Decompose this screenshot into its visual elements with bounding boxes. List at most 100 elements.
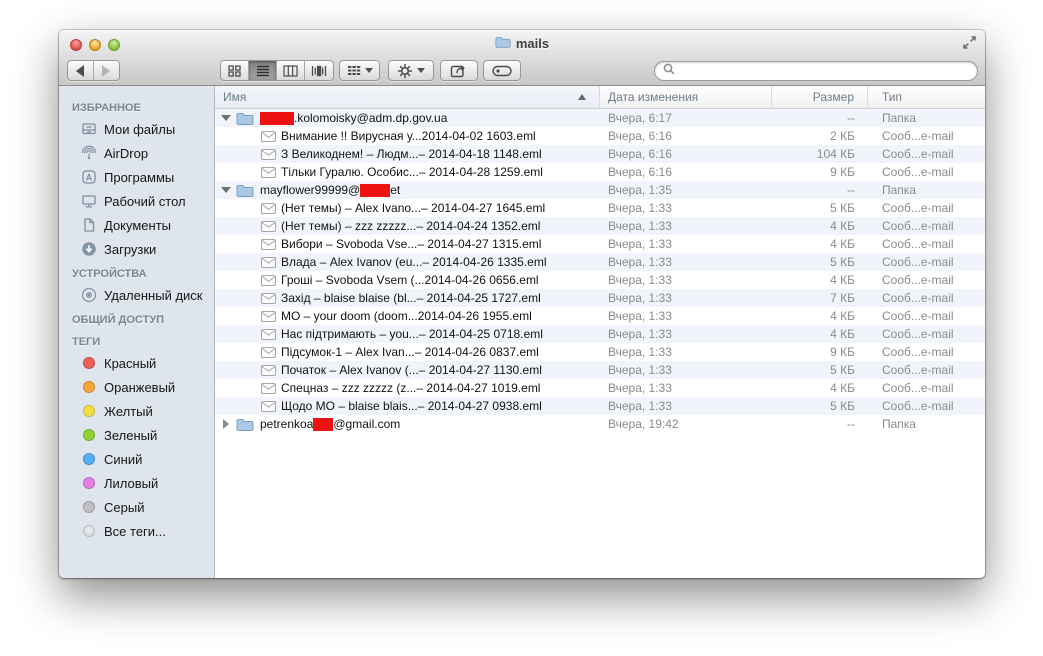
file-name: Початок – Alex Ivanov (...– 2014-04-27 1… <box>281 363 542 377</box>
type-cell: Сооб...e-mail <box>868 345 985 359</box>
sidebar-section-title: ИЗБРАННОЕ <box>59 95 214 117</box>
view-icons-button[interactable] <box>221 61 249 80</box>
sidebar-item-удаленный-диск[interactable]: Удаленный диск <box>59 283 214 307</box>
sidebar-item-label: Красный <box>104 356 156 371</box>
view-coverflow-button[interactable] <box>305 61 333 80</box>
redaction-box <box>260 112 294 125</box>
column-header-type[interactable]: Тип <box>868 86 985 108</box>
tag-dot <box>80 427 97 444</box>
sidebar-item-лиловый[interactable]: Лиловый <box>59 471 214 495</box>
file-name: Щодо МО – blaise blais...– 2014-04-27 09… <box>281 399 542 413</box>
redaction-box <box>360 184 390 197</box>
table-row[interactable]: Тільки Гуралю. Особис...– 2014-04-28 125… <box>215 163 985 181</box>
name-cell: Початок – Alex Ivanov (...– 2014-04-27 1… <box>215 363 600 377</box>
file-name: З Великоднем! – Людм...– 2014-04-18 1148… <box>281 147 542 161</box>
disclosure-triangle-icon[interactable] <box>221 113 231 123</box>
sidebar-item-мои-файлы[interactable]: Мои файлы <box>59 117 214 141</box>
file-name: Нас підтримають – you...– 2014-04-25 071… <box>281 327 543 341</box>
table-row[interactable]: Внимание !! Вирусная у...2014-04-02 1603… <box>215 127 985 145</box>
table-row[interactable]: MO – your doom (doom...2014-04-26 1955.e… <box>215 307 985 325</box>
sidebar-item-красный[interactable]: Красный <box>59 351 214 375</box>
table-row[interactable]: petrenkoa@gmail.com Вчера, 19:42 -- Папк… <box>215 415 985 433</box>
search-field[interactable] <box>654 61 978 81</box>
sidebar-item-желтый[interactable]: Желтый <box>59 399 214 423</box>
table-row[interactable]: Гроші – Svoboda Vsem (...2014-04-26 0656… <box>215 271 985 289</box>
type-cell: Сооб...e-mail <box>868 255 985 269</box>
name-cell: Спецназ – zzz zzzzz (z...– 2014-04-27 10… <box>215 381 600 395</box>
table-row[interactable]: .kolomoisky@adm.dp.gov.ua Вчера, 6:17 --… <box>215 109 985 127</box>
sidebar-section: ТЕГИ Красный Оранжевый Желтый Зеленый Си… <box>59 329 214 543</box>
table-row[interactable]: Початок – Alex Ivanov (...– 2014-04-27 1… <box>215 361 985 379</box>
email-icon <box>261 293 276 304</box>
table-row[interactable]: Вибори – Svoboda Vse...– 2014-04-27 1315… <box>215 235 985 253</box>
table-row[interactable]: Захід – blaise blaise (bl...– 2014-04-25… <box>215 289 985 307</box>
date-modified-cell: Вчера, 6:17 <box>600 111 772 125</box>
file-name: mayflower99999@ <box>260 183 360 197</box>
sidebar-item-label: Документы <box>104 218 171 233</box>
type-cell: Сооб...e-mail <box>868 291 985 305</box>
folder-icon <box>236 418 254 431</box>
forward-button[interactable] <box>94 61 119 80</box>
sidebar-item-label: Все теги... <box>104 524 166 539</box>
table-row[interactable]: (Нет темы) – Alex Ivano...– 2014-04-27 1… <box>215 199 985 217</box>
table-row[interactable]: Влада – Alex Ivanov (eu...– 2014-04-26 1… <box>215 253 985 271</box>
back-button[interactable] <box>68 61 94 80</box>
table-row[interactable]: З Великоднем! – Людм...– 2014-04-18 1148… <box>215 145 985 163</box>
table-row[interactable]: Спецназ – zzz zzzzz (z...– 2014-04-27 10… <box>215 379 985 397</box>
name-cell: Гроші – Svoboda Vsem (...2014-04-26 0656… <box>215 273 600 287</box>
sidebar-item-программы[interactable]: A Программы <box>59 165 214 189</box>
applications-icon: A <box>80 169 97 186</box>
view-columns-button[interactable] <box>277 61 305 80</box>
navigation-buttons <box>67 60 120 81</box>
table-row[interactable]: Щодо МО – blaise blais...– 2014-04-27 09… <box>215 397 985 415</box>
sidebar-item-оранжевый[interactable]: Оранжевый <box>59 375 214 399</box>
name-cell: Підсумок-1 – Alex Ivan...– 2014-04-26 08… <box>215 345 600 359</box>
size-cell: 9 КБ <box>772 345 868 359</box>
email-icon <box>261 239 276 250</box>
size-cell: 9 КБ <box>772 165 868 179</box>
name-cell: (Нет темы) – Alex Ivano...– 2014-04-27 1… <box>215 201 600 215</box>
size-cell: 4 КБ <box>772 219 868 233</box>
view-list-button[interactable] <box>249 61 277 80</box>
sidebar-item-документы[interactable]: Документы <box>59 213 214 237</box>
table-row[interactable]: Нас підтримають – you...– 2014-04-25 071… <box>215 325 985 343</box>
table-row[interactable]: (Нет темы) – zzz zzzzz...– 2014-04-24 13… <box>215 217 985 235</box>
share-button[interactable] <box>440 60 478 81</box>
sidebar-item-label: Лиловый <box>104 476 158 491</box>
sidebar-item-все-теги-[interactable]: Все теги... <box>59 519 214 543</box>
sidebar-item-загрузки[interactable]: Загрузки <box>59 237 214 261</box>
type-cell: Сооб...e-mail <box>868 147 985 161</box>
column-header-size[interactable]: Размер <box>772 86 868 108</box>
type-cell: Сооб...e-mail <box>868 273 985 287</box>
column-header-date[interactable]: Дата изменения <box>600 86 772 108</box>
sidebar-section: ОБЩИЙ ДОСТУП <box>59 307 214 329</box>
fullscreen-icon[interactable] <box>962 35 978 51</box>
sidebar-item-airdrop[interactable]: AirDrop <box>59 141 214 165</box>
type-cell: Сооб...e-mail <box>868 219 985 233</box>
window-header: mails <box>59 30 985 86</box>
sidebar-section: ИЗБРАННОЕ Мои файлы AirDrop A Программы … <box>59 95 214 261</box>
sidebar-item-синий[interactable]: Синий <box>59 447 214 471</box>
type-cell: Сооб...e-mail <box>868 165 985 179</box>
view-switcher <box>220 60 334 81</box>
disclosure-triangle-icon[interactable] <box>221 419 231 429</box>
remote-disc-icon <box>80 287 97 304</box>
file-name: (Нет темы) – zzz zzzzz...– 2014-04-24 13… <box>281 219 540 233</box>
size-cell: 4 КБ <box>772 237 868 251</box>
email-icon <box>261 383 276 394</box>
file-name: Підсумок-1 – Alex Ivan...– 2014-04-26 08… <box>281 345 539 359</box>
search-input[interactable] <box>679 64 969 78</box>
size-cell: 5 КБ <box>772 399 868 413</box>
table-row[interactable]: Підсумок-1 – Alex Ivan...– 2014-04-26 08… <box>215 343 985 361</box>
file-name-suffix: .kolomoisky@adm.dp.gov.ua <box>294 111 447 125</box>
action-button[interactable] <box>388 60 434 81</box>
tags-button[interactable] <box>483 60 521 81</box>
disclosure-triangle-icon[interactable] <box>221 185 231 195</box>
sidebar-item-рабочий-стол[interactable]: Рабочий стол <box>59 189 214 213</box>
table-row[interactable]: mayflower99999@et Вчера, 1:35 -- Папка <box>215 181 985 199</box>
arrange-button[interactable] <box>339 60 380 81</box>
column-header-name[interactable]: Имя <box>215 86 600 108</box>
size-cell: 7 КБ <box>772 291 868 305</box>
sidebar-item-зеленый[interactable]: Зеленый <box>59 423 214 447</box>
sidebar-item-серый[interactable]: Серый <box>59 495 214 519</box>
